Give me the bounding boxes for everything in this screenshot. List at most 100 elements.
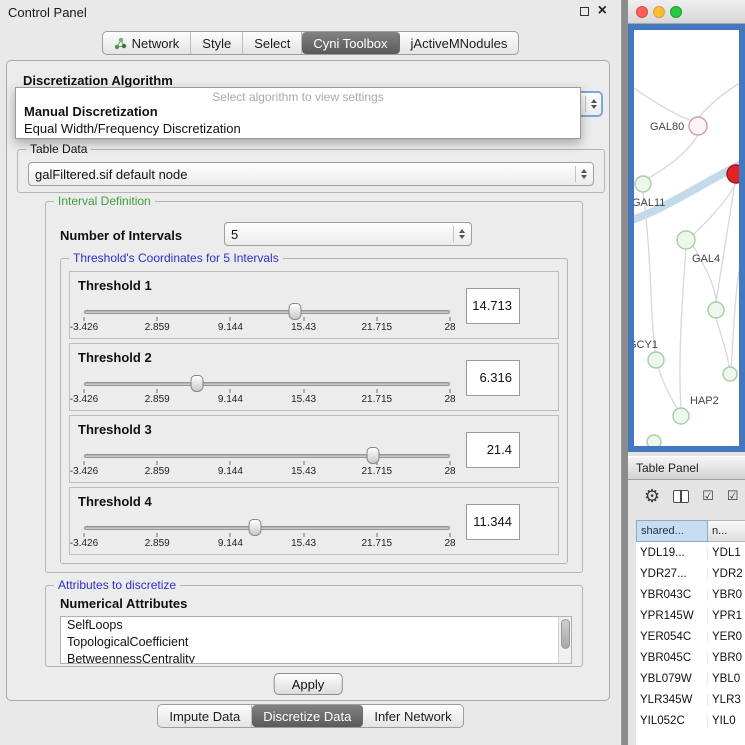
slider-tick bbox=[230, 533, 231, 537]
table-row[interactable]: YBR043CYBR0 bbox=[636, 584, 745, 605]
slider-tick-label: -3.426 bbox=[70, 322, 98, 333]
number-of-intervals-combobox[interactable]: 5 bbox=[224, 222, 472, 246]
network-edge bbox=[634, 88, 696, 122]
threshold-3-slider[interactable]: -3.4262.8599.14415.4321.71528 bbox=[84, 454, 450, 458]
table-panel-header[interactable]: Table Panel bbox=[628, 456, 745, 480]
table-cell: YLR3 bbox=[708, 694, 745, 706]
threshold-1-slider-handle[interactable] bbox=[289, 303, 302, 320]
network-node[interactable] bbox=[677, 231, 695, 249]
network-node[interactable] bbox=[673, 408, 689, 424]
stepper-up-icon bbox=[581, 169, 587, 173]
tab-discretize-data[interactable]: Discretize Data bbox=[252, 705, 363, 727]
table-row[interactable]: YPR145WYPR1 bbox=[636, 605, 745, 626]
network-node[interactable] bbox=[708, 302, 724, 318]
attribute-list-item[interactable]: TopologicalCoefficient bbox=[61, 634, 571, 651]
select-all-checkbox-icon[interactable]: ☑ bbox=[702, 488, 714, 504]
table-row[interactable]: YIL052CYIL0 bbox=[636, 710, 745, 731]
slider-tick-label: -3.426 bbox=[70, 394, 98, 405]
attribute-list-item[interactable]: BetweennessCentrality bbox=[61, 651, 571, 664]
network-edge bbox=[716, 183, 735, 302]
threshold-2-slider[interactable]: -3.4262.8599.14415.4321.71528 bbox=[84, 382, 450, 386]
threshold-1-slider[interactable]: -3.4262.8599.14415.4321.71528 bbox=[84, 310, 450, 314]
column-header-name[interactable]: n... bbox=[708, 520, 745, 542]
slider-tick-label: 2.859 bbox=[145, 466, 170, 477]
table-row[interactable]: YBL079WYBL0 bbox=[636, 668, 745, 689]
slider-tick bbox=[230, 461, 231, 465]
column-header-shared-name[interactable]: shared... bbox=[636, 520, 708, 542]
slider-track[interactable] bbox=[84, 454, 450, 458]
threshold-3-value-field[interactable]: 21.4 bbox=[466, 432, 520, 468]
close-window-icon[interactable]: × bbox=[598, 4, 607, 18]
combobox-stepper[interactable] bbox=[585, 96, 597, 111]
settings-gear-icon[interactable]: ⚙ bbox=[644, 486, 660, 506]
float-window-icon[interactable] bbox=[580, 7, 589, 16]
tab-infer-network[interactable]: Infer Network bbox=[363, 705, 462, 727]
network-canvas[interactable]: GAL80GAL11GAL4GCY1HAP2 bbox=[628, 24, 745, 452]
tab-jactivemnodules[interactable]: jActiveMNodules bbox=[400, 32, 519, 54]
network-node-label: GAL11 bbox=[634, 197, 665, 209]
interval-definition-group-label: Interval Definition bbox=[54, 194, 155, 208]
network-node[interactable] bbox=[647, 435, 661, 446]
slider-tick bbox=[84, 533, 85, 537]
network-node-label: GAL80 bbox=[650, 121, 684, 133]
close-traffic-light[interactable] bbox=[636, 6, 648, 18]
network-node[interactable] bbox=[727, 165, 739, 183]
network-edge bbox=[658, 367, 678, 410]
slider-tick bbox=[376, 533, 377, 537]
tab-network[interactable]: Network bbox=[103, 32, 192, 54]
threshold-3-panel: Threshold 3 -3.4262.8599.14415.4321.7152… bbox=[69, 415, 559, 483]
threshold-4-value-field[interactable]: 11.344 bbox=[466, 504, 520, 540]
dropdown-option-manual-discretization[interactable]: Manual Discretization bbox=[24, 104, 158, 119]
network-node[interactable] bbox=[689, 117, 707, 135]
slider-tick-label: 2.859 bbox=[145, 394, 170, 405]
network-node[interactable] bbox=[635, 176, 651, 192]
table-data-combobox-value: galFiltered.sif default node bbox=[35, 167, 187, 182]
table-rows: YDL19...YDL1YDR27...YDR2YBR043CYBR0YPR14… bbox=[636, 542, 745, 745]
slider-tick bbox=[450, 389, 451, 393]
slider-tick-label: 28 bbox=[444, 394, 455, 405]
slider-track[interactable] bbox=[84, 526, 450, 530]
slider-tick bbox=[157, 317, 158, 321]
attributes-group: Attributes to discretize Numerical Attri… bbox=[45, 585, 583, 667]
table-row[interactable]: YER054CYER0 bbox=[636, 626, 745, 647]
select-column-checkbox-icon[interactable]: ☑ bbox=[727, 488, 739, 504]
table-cell: YDR27... bbox=[636, 568, 708, 580]
column-visibility-icon[interactable] bbox=[673, 490, 689, 503]
attribute-list-item[interactable]: SelfLoops bbox=[61, 617, 571, 634]
numerical-attributes-list[interactable]: SelfLoopsTopologicalCoefficientBetweenne… bbox=[60, 616, 572, 664]
minimize-traffic-light[interactable] bbox=[653, 6, 665, 18]
network-node[interactable] bbox=[648, 352, 664, 368]
table-row[interactable]: YBR045CYBR0 bbox=[636, 647, 745, 668]
slider-tick-label: 15.43 bbox=[291, 538, 316, 549]
attribute-list-items: SelfLoopsTopologicalCoefficientBetweenne… bbox=[61, 617, 571, 664]
threshold-4-slider[interactable]: -3.4262.8599.14415.4321.71528 bbox=[84, 526, 450, 530]
table-row[interactable]: YDR27...YDR2 bbox=[636, 563, 745, 584]
control-panel-titlebar[interactable]: Control Panel × bbox=[0, 0, 621, 26]
scrollbar-thumb[interactable] bbox=[561, 619, 570, 649]
tab-style[interactable]: Style bbox=[191, 32, 243, 54]
slider-track[interactable] bbox=[84, 382, 450, 386]
table-panel-toolbar: ⚙ ☑ ☑ bbox=[644, 486, 738, 506]
tab-cyni-toolbox[interactable]: Cyni Toolbox bbox=[302, 32, 399, 54]
threshold-3-slider-handle[interactable] bbox=[367, 447, 380, 464]
combobox-stepper[interactable] bbox=[575, 166, 587, 181]
table-data-combobox[interactable]: galFiltered.sif default node bbox=[28, 162, 594, 186]
table-row[interactable]: YDL19...YDL1 bbox=[636, 542, 745, 563]
threshold-1-value-field[interactable]: 14.713 bbox=[466, 288, 520, 324]
threshold-2-value-field[interactable]: 6.316 bbox=[466, 360, 520, 396]
list-scrollbar[interactable] bbox=[558, 617, 571, 663]
zoom-traffic-light[interactable] bbox=[670, 6, 682, 18]
slider-track[interactable] bbox=[84, 310, 450, 314]
table-row[interactable]: YLR345WYLR3 bbox=[636, 689, 745, 710]
combobox-stepper[interactable] bbox=[453, 226, 465, 241]
network-window-titlebar[interactable] bbox=[628, 0, 745, 24]
slider-tick bbox=[303, 389, 304, 393]
apply-button[interactable]: Apply bbox=[274, 673, 343, 695]
threshold-4-slider-handle[interactable] bbox=[249, 519, 262, 536]
network-node-label: GAL4 bbox=[692, 253, 720, 265]
dropdown-option-equal-width-frequency[interactable]: Equal Width/Frequency Discretization bbox=[24, 121, 241, 136]
threshold-2-slider-handle[interactable] bbox=[191, 375, 204, 392]
tab-impute-data[interactable]: Impute Data bbox=[158, 705, 252, 727]
tab-select[interactable]: Select bbox=[243, 32, 302, 54]
network-node[interactable] bbox=[723, 367, 737, 381]
